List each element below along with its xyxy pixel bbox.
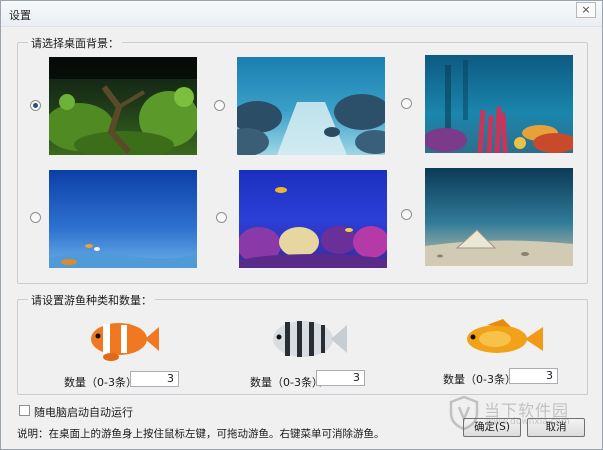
autostart-checkbox[interactable] — [19, 405, 30, 416]
background-radio-2[interactable] — [214, 100, 225, 111]
shield-logo-icon — [449, 395, 479, 431]
usage-note: 说明：在桌面上的游鱼身上按住鼠标左键，可拖动游鱼。右键菜单可消除游鱼。 — [17, 428, 385, 440]
watermark-url: www.downxia.com — [486, 417, 570, 427]
striped-fish-image — [263, 313, 347, 365]
orange-fish-count-input[interactable]: 3 — [509, 368, 558, 384]
background-radio-4[interactable] — [30, 212, 41, 223]
clownfish-image — [81, 315, 159, 363]
title-bar: 设置 × — [1, 1, 602, 27]
background-thumb-deep-blue-sea[interactable] — [49, 170, 197, 268]
settings-window: 设置 × 请选择桌面背景： 请设置游鱼种类和数量： 数量（0-3条）： 3 数量… — [0, 0, 603, 450]
background-radio-5[interactable] — [216, 212, 227, 223]
striped-fish-count-input[interactable]: 3 — [316, 370, 365, 386]
background-radio-3[interactable] — [401, 98, 412, 109]
background-thumb-seashell-on-sand[interactable] — [425, 168, 573, 266]
background-thumb-purple-coral[interactable] — [239, 170, 387, 268]
watermark: 当下软件园 www.downxia.com — [448, 395, 598, 433]
background-group-title: 请选择桌面背景： — [28, 35, 122, 51]
autostart-label: 随电脑启动自动运行 — [34, 406, 133, 419]
background-radio-6[interactable] — [401, 209, 412, 220]
orange-fish-image — [459, 317, 543, 361]
background-thumb-sandy-seafloor[interactable] — [237, 57, 385, 155]
window-title: 设置 — [9, 9, 31, 22]
background-thumb-coral-reef[interactable] — [425, 55, 573, 153]
fish-group-title: 请设置游鱼种类和数量： — [28, 292, 155, 308]
close-button[interactable]: × — [576, 2, 596, 18]
background-radio-1[interactable] — [30, 100, 41, 111]
background-thumb-green-aquarium[interactable] — [49, 57, 197, 155]
clownfish-count-input[interactable]: 3 — [130, 371, 179, 387]
